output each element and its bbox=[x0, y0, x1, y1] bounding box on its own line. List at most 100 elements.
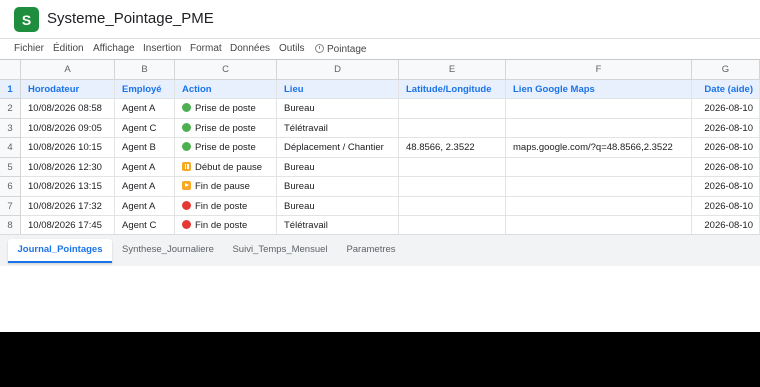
menu-bar: Fichier Édition Affichage Insertion Form… bbox=[0, 39, 760, 59]
tab-parametres[interactable]: Parametres bbox=[340, 239, 402, 263]
cell-employe[interactable]: Agent A bbox=[115, 99, 175, 119]
cell-maps-link[interactable] bbox=[506, 118, 692, 138]
select-all-corner[interactable] bbox=[0, 60, 21, 80]
column-header-e[interactable]: E bbox=[399, 60, 506, 80]
cell-employe[interactable]: Agent C bbox=[115, 118, 175, 138]
cell-horodateur[interactable]: 10/08/2026 09:05 bbox=[21, 118, 115, 138]
row-number[interactable]: 7 bbox=[0, 196, 21, 216]
cell-action[interactable]: Prise de poste bbox=[175, 118, 277, 138]
cell-lieu[interactable]: Télétravail bbox=[277, 118, 399, 138]
cell-maps-link[interactable] bbox=[506, 99, 692, 119]
cell-horodateur[interactable]: 10/08/2026 08:58 bbox=[21, 99, 115, 119]
cell-action[interactable]: Fin de poste bbox=[175, 216, 277, 236]
cell-latlng[interactable] bbox=[399, 216, 506, 236]
cell-maps-link[interactable] bbox=[506, 177, 692, 197]
cell-date[interactable]: 2026-08-10 bbox=[692, 157, 760, 177]
cell-date[interactable]: 2026-08-10 bbox=[692, 138, 760, 158]
header-maps-link[interactable]: Lien Google Maps bbox=[506, 79, 692, 99]
cell-employe[interactable]: Agent A bbox=[115, 177, 175, 197]
cell-latlng[interactable] bbox=[399, 196, 506, 216]
sheet-tabs: Journal_Pointages Synthese_Journaliere S… bbox=[0, 234, 760, 266]
cell-date[interactable]: 2026-08-10 bbox=[692, 177, 760, 197]
cell-maps-link[interactable]: maps.google.com/?q=48.8566,2.3522 bbox=[506, 138, 692, 158]
cell-lieu[interactable]: Déplacement / Chantier bbox=[277, 138, 399, 158]
cell-horodateur[interactable]: 10/08/2026 13:15 bbox=[21, 177, 115, 197]
header-horodateur[interactable]: Horodateur bbox=[21, 79, 115, 99]
cell-date[interactable]: 2026-08-10 bbox=[692, 196, 760, 216]
cell-date[interactable]: 2026-08-10 bbox=[692, 99, 760, 119]
menu-insertion[interactable]: Insertion bbox=[143, 43, 181, 54]
table-row: 8 10/08/2026 17:45 Agent C Fin de poste Télé… bbox=[0, 216, 760, 236]
timer-icon bbox=[315, 44, 324, 53]
column-header-f[interactable]: F bbox=[506, 60, 692, 80]
sheets-logo-icon[interactable]: S bbox=[14, 7, 39, 32]
cell-latlng[interactable] bbox=[399, 177, 506, 197]
menu-format[interactable]: Format bbox=[190, 43, 222, 54]
menu-outils[interactable]: Outils bbox=[279, 43, 305, 54]
play-icon bbox=[182, 181, 191, 190]
cell-action[interactable]: Fin de poste bbox=[175, 196, 277, 216]
cell-action[interactable]: Prise de poste bbox=[175, 138, 277, 158]
cell-horodateur[interactable]: 10/08/2026 17:45 bbox=[21, 216, 115, 236]
tab-journal-pointages[interactable]: Journal_Pointages bbox=[8, 239, 112, 263]
cell-date[interactable]: 2026-08-10 bbox=[692, 216, 760, 236]
cell-lieu[interactable]: Télétravail bbox=[277, 216, 399, 236]
cell-employe[interactable]: Agent A bbox=[115, 196, 175, 216]
row-number[interactable]: 1 bbox=[0, 79, 21, 99]
cell-latlng[interactable]: 48.8566, 2.3522 bbox=[399, 138, 506, 158]
row-number[interactable]: 3 bbox=[0, 118, 21, 138]
cell-lieu[interactable]: Bureau bbox=[277, 157, 399, 177]
header-row: 1 Horodateur Employé Action Lieu Latitude/Lon… bbox=[0, 79, 760, 99]
cell-maps-link[interactable] bbox=[506, 216, 692, 236]
cell-latlng[interactable] bbox=[399, 118, 506, 138]
green-circle-icon bbox=[182, 122, 191, 132]
cell-action[interactable]: Prise de poste bbox=[175, 99, 277, 119]
cell-lieu[interactable]: Bureau bbox=[277, 196, 399, 216]
header-date[interactable]: Date (aide) bbox=[692, 79, 760, 99]
row-number[interactable]: 5 bbox=[0, 157, 21, 177]
tab-synthese-journaliere[interactable]: Synthese_Journaliere bbox=[116, 239, 220, 263]
column-header-g[interactable]: G bbox=[692, 60, 760, 80]
cell-employe[interactable]: Agent C bbox=[115, 216, 175, 236]
column-header-c[interactable]: C bbox=[175, 60, 277, 80]
cell-maps-link[interactable] bbox=[506, 196, 692, 216]
menu-affichage[interactable]: Affichage bbox=[93, 43, 135, 54]
cell-employe[interactable]: Agent A bbox=[115, 157, 175, 177]
row-number[interactable]: 2 bbox=[0, 99, 21, 119]
cell-horodateur[interactable]: 10/08/2026 17:32 bbox=[21, 196, 115, 216]
table-row: 6 10/08/2026 13:15 Agent A Fin de pause Bure… bbox=[0, 177, 760, 197]
header-lieu[interactable]: Lieu bbox=[277, 79, 399, 99]
header-latlng[interactable]: Latitude/Longitude bbox=[399, 79, 506, 99]
cell-latlng[interactable] bbox=[399, 157, 506, 177]
menu-edition[interactable]: Édition bbox=[53, 43, 84, 54]
cell-action[interactable]: Fin de pause bbox=[175, 177, 277, 197]
red-circle-icon bbox=[182, 200, 191, 210]
row-number[interactable]: 6 bbox=[0, 177, 21, 197]
column-header-row: ABCDEFG bbox=[0, 60, 760, 80]
document-title[interactable]: Systeme_Pointage_PME bbox=[47, 10, 214, 27]
cell-maps-link[interactable] bbox=[506, 157, 692, 177]
column-header-a[interactable]: A bbox=[21, 60, 115, 80]
table-row: 3 10/08/2026 09:05 Agent C Prise de poste Té… bbox=[0, 118, 760, 138]
tab-suivi-temps-mensuel[interactable]: Suivi_Temps_Mensuel bbox=[226, 239, 334, 263]
menu-pointage[interactable]: Pointage bbox=[315, 43, 366, 55]
spreadsheet-app: S Systeme_Pointage_PME Fichier Édition A… bbox=[0, 0, 760, 332]
header-employe[interactable]: Employé bbox=[115, 79, 175, 99]
row-number[interactable]: 4 bbox=[0, 138, 21, 158]
red-circle-icon bbox=[182, 220, 191, 229]
cell-date[interactable]: 2026-08-10 bbox=[692, 118, 760, 138]
cell-lieu[interactable]: Bureau bbox=[277, 99, 399, 119]
cell-horodateur[interactable]: 10/08/2026 12:30 bbox=[21, 157, 115, 177]
cell-lieu[interactable]: Bureau bbox=[277, 177, 399, 197]
cell-latlng[interactable] bbox=[399, 99, 506, 119]
table-row: 4 10/08/2026 10:15 Agent B Prise de poste Dé… bbox=[0, 138, 760, 158]
cell-employe[interactable]: Agent B bbox=[115, 138, 175, 158]
column-header-b[interactable]: B bbox=[115, 60, 175, 80]
cell-action[interactable]: Début de pause bbox=[175, 157, 277, 177]
menu-donnees[interactable]: Données bbox=[230, 43, 270, 54]
row-number[interactable]: 8 bbox=[0, 216, 21, 236]
cell-horodateur[interactable]: 10/08/2026 10:15 bbox=[21, 138, 115, 158]
menu-fichier[interactable]: Fichier bbox=[14, 43, 44, 54]
column-header-d[interactable]: D bbox=[277, 60, 399, 80]
header-action[interactable]: Action bbox=[175, 79, 277, 99]
